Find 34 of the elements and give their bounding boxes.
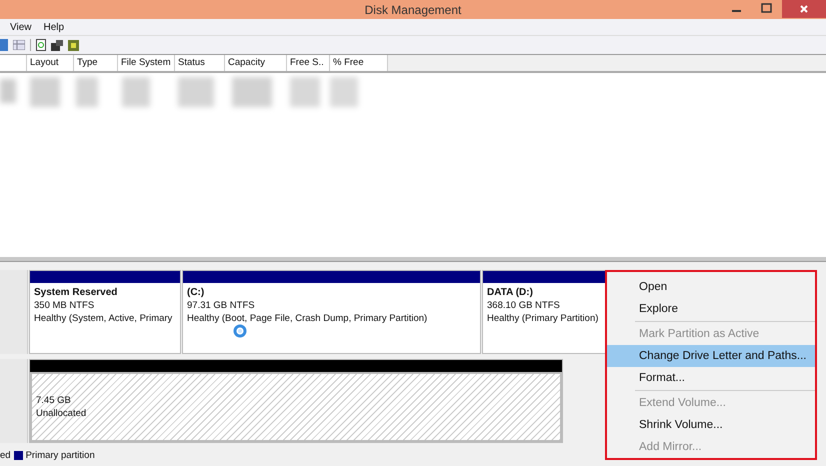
partition-size: 368.10 GB NTFS: [487, 300, 560, 311]
busy-cursor-icon: [233, 324, 247, 338]
column-header[interactable]: Capacity: [225, 55, 287, 71]
menu-item[interactable]: Help: [44, 22, 64, 32]
refresh-icon[interactable]: [36, 39, 46, 51]
partition-size: 7.45 GB: [36, 395, 71, 406]
column-header[interactable]: Status: [175, 55, 225, 71]
close-icon[interactable]: [782, 0, 826, 18]
context-menu-item[interactable]: Format...: [607, 367, 815, 389]
window-title: Disk Management: [364, 2, 462, 16]
column-header[interactable]: Layout: [27, 55, 74, 71]
context-menu-item[interactable]: Change Drive Letter and Paths...: [607, 345, 815, 367]
partition-block[interactable]: (C:) 97.31 GB NTFS Healthy (Boot, Page File, Crash Dump, Primary Partition): [182, 270, 481, 354]
partition-name: (C:): [187, 287, 204, 298]
legend-label: ed: [0, 450, 11, 461]
partition-status: Unallocated: [36, 408, 86, 419]
legend-label: Primary partition: [26, 450, 95, 461]
partition-name: System Reserved: [34, 287, 118, 298]
grid-icon[interactable]: [13, 40, 25, 50]
properties-icon[interactable]: [51, 40, 63, 50]
column-header[interactable]: Type: [74, 55, 118, 71]
partition-status: Healthy (Boot, Page File, Crash Dump, Primary Partition): [187, 313, 428, 324]
column-header[interactable]: File System: [118, 55, 175, 71]
partition-status: Healthy (Primary Partition): [487, 313, 598, 324]
unallocated-block[interactable]: 7.45 GB Unallocated: [29, 359, 563, 443]
partition-block[interactable]: System Reserved 350 MB NTFS Healthy (System, Active, Primary: [29, 270, 181, 354]
partition-size: 350 MB NTFS: [34, 300, 94, 311]
disk-icon[interactable]: [68, 40, 79, 50]
column-header[interactable]: Free S..: [287, 55, 330, 71]
partition-size: 97.31 GB NTFS: [187, 300, 255, 311]
context-menu-item[interactable]: Shrink Volume...: [607, 414, 815, 436]
partition-status: Healthy (System, Active, Primary: [34, 313, 172, 324]
partition-name: DATA (D:): [487, 287, 533, 298]
menu-item[interactable]: View: [10, 22, 32, 32]
